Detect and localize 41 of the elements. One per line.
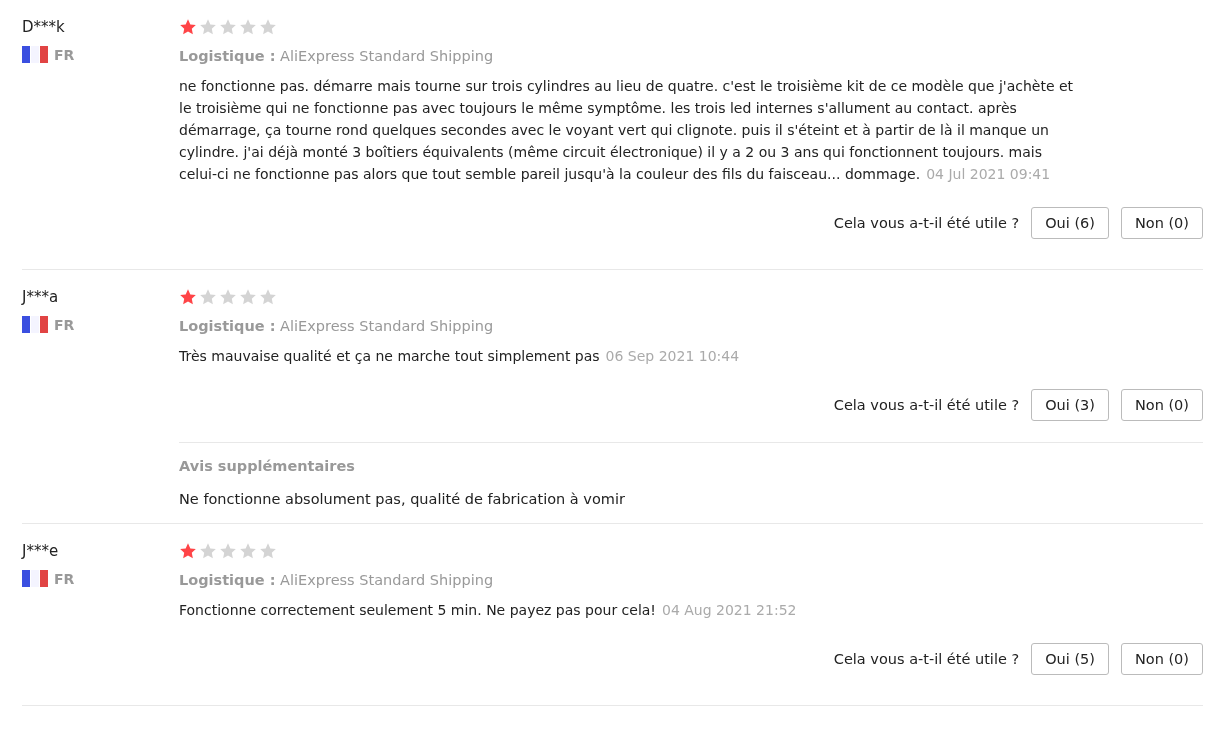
flag-icon [22, 46, 48, 63]
country-code: FR [54, 316, 75, 333]
star-icon [239, 542, 257, 560]
star-icon [219, 542, 237, 560]
review-text: Très mauvaise qualité et ça ne marche tout simplement pas 06 Sep 2021 10:44 [179, 347, 741, 366]
star-icon [179, 542, 197, 560]
no-button[interactable]: Non (0) [1120, 389, 1203, 421]
reviewer-name: D***k [22, 17, 66, 38]
star-icon [259, 288, 277, 306]
country-code: FR [54, 46, 75, 63]
shipping-info: Logistique : AliExpress Standard Shipping [179, 317, 495, 336]
no-button[interactable]: Non (0) [1120, 643, 1203, 675]
star-icon [239, 288, 257, 306]
star-icon [219, 288, 237, 306]
review-text: ne fonctionne pas. démarre mais tourne sur trois cylindres au lieu de quatre. c'est le troisième kit de ce modèle que j'achète et le troisième qui ne fonctionne pas avec toujours le même symptôme. les trois led internes s'allument au contact. après démarrage, ça tourne rond quelques secondes avec le voyant vert qui clignote. puis il s'éteint et à partir de là il manque un cylindre. j'ai déjà monté 3 boîtiers équivalents (même circuit électronique) il y a 2 ou 3 ans qui fonctionnent toujours. mais celui-ci ne fonctionne pas alors que tout semble pareil jusqu'à la couleur des fils du faisceau... dommage. 04 Jul 2021 09:41 [179, 77, 1075, 184]
helpful-prompt: Cela vous a-t-il été utile ? [833, 651, 1020, 667]
star-icon [179, 288, 197, 306]
shipping-info: Logistique : AliExpress Standard Shipping [179, 571, 495, 590]
star-icon [239, 18, 257, 36]
star-icon [179, 18, 197, 36]
country-code: FR [54, 570, 75, 587]
shipping-info: Logistique : AliExpress Standard Shipping [179, 47, 495, 66]
helpful-prompt: Cela vous a-t-il été utile ? [833, 215, 1020, 231]
flag-icon [22, 316, 48, 333]
additional-review-title: Avis supplémentaires [179, 457, 356, 476]
yes-button[interactable]: Oui (3) [1031, 389, 1109, 421]
additional-review-text: Ne fonctionne absolument pas, qualité de fabrication à vomir [179, 490, 626, 509]
helpful-prompt: Cela vous a-t-il été utile ? [833, 397, 1020, 413]
reviewer-name: J***a [22, 287, 60, 308]
star-icon [259, 542, 277, 560]
star-icon [199, 288, 217, 306]
star-icon [199, 542, 217, 560]
star-icon [259, 18, 277, 36]
star-icon [199, 18, 217, 36]
review-text: Fonctionne correctement seulement 5 min. Ne payez pas pour cela! 04 Aug 2021 21:52 [179, 601, 798, 620]
flag-icon [22, 570, 48, 587]
yes-button[interactable]: Oui (5) [1031, 643, 1109, 675]
no-button[interactable]: Non (0) [1120, 207, 1203, 239]
yes-button[interactable]: Oui (6) [1031, 207, 1109, 239]
star-icon [219, 18, 237, 36]
reviewer-name: J***e [22, 541, 60, 562]
